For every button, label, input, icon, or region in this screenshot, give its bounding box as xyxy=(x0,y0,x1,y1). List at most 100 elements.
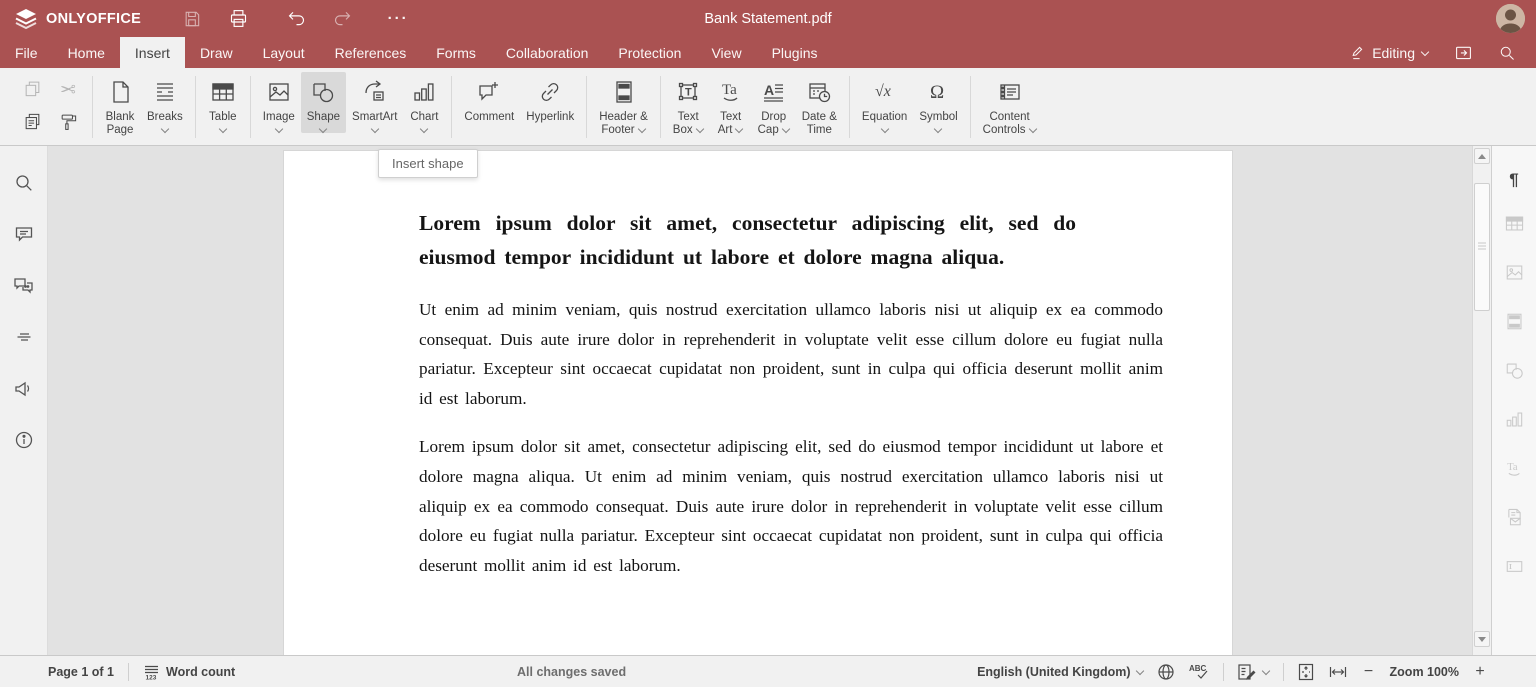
spell-check-button[interactable]: ABC xyxy=(1188,663,1210,681)
chevron-down-icon xyxy=(934,126,942,133)
tab-file[interactable]: File xyxy=(0,37,53,68)
hyperlink-button[interactable]: Hyperlink xyxy=(520,72,580,124)
smartart-icon xyxy=(365,79,384,101)
print-button[interactable] xyxy=(221,6,255,32)
symbol-icon: Ω xyxy=(930,82,944,103)
word-count-button[interactable]: 123 Word count xyxy=(143,663,235,681)
text-box-button[interactable]: T Text Box xyxy=(667,72,710,137)
text-box-settings-button[interactable] xyxy=(1504,556,1525,582)
scroll-up-button[interactable] xyxy=(1474,148,1490,164)
svg-text:Ta: Ta xyxy=(722,82,737,98)
sidebar-comments-button[interactable] xyxy=(14,224,34,249)
open-file-location-button[interactable] xyxy=(1454,43,1473,62)
paste-button[interactable] xyxy=(23,112,42,136)
zoom-in-button[interactable]: + xyxy=(1472,663,1488,681)
tab-forms[interactable]: Forms xyxy=(421,37,491,68)
header-footer-button[interactable]: Header & Footer xyxy=(593,72,654,137)
chart-icon xyxy=(414,82,434,101)
document-paragraph[interactable]: Ut enim ad minim veniam, quis nostrud ex… xyxy=(419,295,1163,413)
redo-icon xyxy=(334,11,350,26)
copy-style-button[interactable] xyxy=(59,112,78,136)
chart-button[interactable]: Chart xyxy=(403,72,445,133)
fit-to-page-button[interactable] xyxy=(1297,663,1315,681)
tab-draw[interactable]: Draw xyxy=(185,37,248,68)
scrollbar-grip xyxy=(1478,242,1486,252)
shape-icon xyxy=(313,82,334,102)
breaks-button[interactable]: Breaks xyxy=(141,72,189,133)
editing-mode-dropdown[interactable]: Editing xyxy=(1350,45,1429,61)
scrollbar-thumb[interactable] xyxy=(1474,183,1490,311)
blank-page-button[interactable]: Blank Page xyxy=(99,72,141,137)
vertical-scrollbar[interactable] xyxy=(1472,146,1491,655)
table-settings-button[interactable] xyxy=(1504,213,1525,239)
header-footer-settings-button[interactable] xyxy=(1504,311,1525,337)
track-changes-button[interactable] xyxy=(1237,663,1270,681)
copy-button[interactable] xyxy=(23,79,42,103)
document-paragraph[interactable]: Lorem ipsum dolor sit amet, consectetur … xyxy=(419,432,1163,580)
tab-insert[interactable]: Insert xyxy=(119,37,185,68)
chevron-down-icon xyxy=(696,126,704,133)
comment-button[interactable]: Comment xyxy=(458,72,520,124)
search-button[interactable] xyxy=(1498,44,1516,62)
svg-text:√x: √x xyxy=(875,83,891,100)
drop-cap-button[interactable]: A Drop Cap xyxy=(752,72,796,137)
page-indicator[interactable]: Page 1 of 1 xyxy=(48,665,114,679)
editing-mode-label: Editing xyxy=(1372,44,1415,61)
title-bar: ONLYOFFICE ··· Bank Statement.pdf xyxy=(0,0,1536,37)
user-avatar[interactable] xyxy=(1496,4,1525,33)
tab-home[interactable]: Home xyxy=(53,37,120,68)
feedback-megaphone-icon xyxy=(15,381,30,397)
zoom-level-label[interactable]: Zoom 100% xyxy=(1390,665,1459,679)
text-art-settings-button[interactable]: Ta xyxy=(1504,458,1525,484)
table-button[interactable]: Table xyxy=(202,72,244,133)
paragraph-settings-button[interactable]: ¶ xyxy=(1509,170,1518,190)
image-icon xyxy=(269,82,289,101)
fit-to-width-button[interactable] xyxy=(1328,664,1348,680)
hyperlink-icon xyxy=(541,82,559,101)
image-settings-button[interactable] xyxy=(1504,262,1525,288)
chevron-down-icon xyxy=(881,126,889,133)
more-button[interactable]: ··· xyxy=(381,6,415,32)
symbol-button[interactable]: Ω Symbol xyxy=(913,72,963,133)
word-count-label: Word count xyxy=(166,664,236,679)
undo-button[interactable] xyxy=(279,6,313,32)
sidebar-feedback-button[interactable] xyxy=(13,378,34,404)
sidebar-search-button[interactable] xyxy=(14,173,34,198)
content-controls-button[interactable]: Content Controls xyxy=(977,72,1043,137)
header-footer-icon xyxy=(615,80,632,103)
date-time-icon xyxy=(809,82,831,102)
language-selector[interactable]: English (United Kingdom) xyxy=(977,665,1143,679)
sidebar-navigation-button[interactable] xyxy=(14,327,34,352)
save-status: All changes saved xyxy=(517,664,627,679)
redo-button[interactable] xyxy=(325,6,359,32)
scroll-down-button[interactable] xyxy=(1474,631,1490,647)
save-button[interactable] xyxy=(175,6,209,32)
smartart-button[interactable]: SmartArt xyxy=(346,72,403,133)
tab-plugins[interactable]: Plugins xyxy=(757,37,833,68)
tab-layout[interactable]: Layout xyxy=(248,37,320,68)
date-time-button[interactable]: Date & Time xyxy=(796,72,843,137)
document-canvas[interactable]: Lorem ipsum dolor sit amet, consectetur … xyxy=(48,146,1472,655)
chevron-down-icon xyxy=(219,126,227,133)
tab-view[interactable]: View xyxy=(696,37,756,68)
cut-button[interactable]: ✂ xyxy=(60,79,76,102)
mail-merge-button[interactable] xyxy=(1504,507,1525,533)
tab-collaboration[interactable]: Collaboration xyxy=(491,37,604,68)
document-page[interactable]: Lorem ipsum dolor sit amet, consectetur … xyxy=(283,150,1233,655)
shape-settings-button[interactable] xyxy=(1504,360,1525,386)
text-art-button[interactable]: Ta Text Art xyxy=(710,72,752,137)
image-button[interactable]: Image xyxy=(257,72,301,133)
table-icon xyxy=(212,82,234,101)
equation-button[interactable]: √x Equation xyxy=(856,72,913,133)
statusbar-separator xyxy=(1222,662,1224,681)
chart-settings-button[interactable] xyxy=(1504,409,1525,435)
tab-references[interactable]: References xyxy=(320,37,422,68)
shape-button[interactable]: Shape xyxy=(300,72,347,133)
zoom-out-button[interactable]: − xyxy=(1361,663,1377,681)
chevron-down-icon xyxy=(735,126,743,133)
tab-protection[interactable]: Protection xyxy=(603,37,696,68)
document-heading[interactable]: Lorem ipsum dolor sit amet, consectetur … xyxy=(419,206,1076,274)
sidebar-about-button[interactable] xyxy=(14,430,34,455)
document-language-button[interactable] xyxy=(1157,663,1175,681)
sidebar-chat-button[interactable] xyxy=(13,275,34,301)
